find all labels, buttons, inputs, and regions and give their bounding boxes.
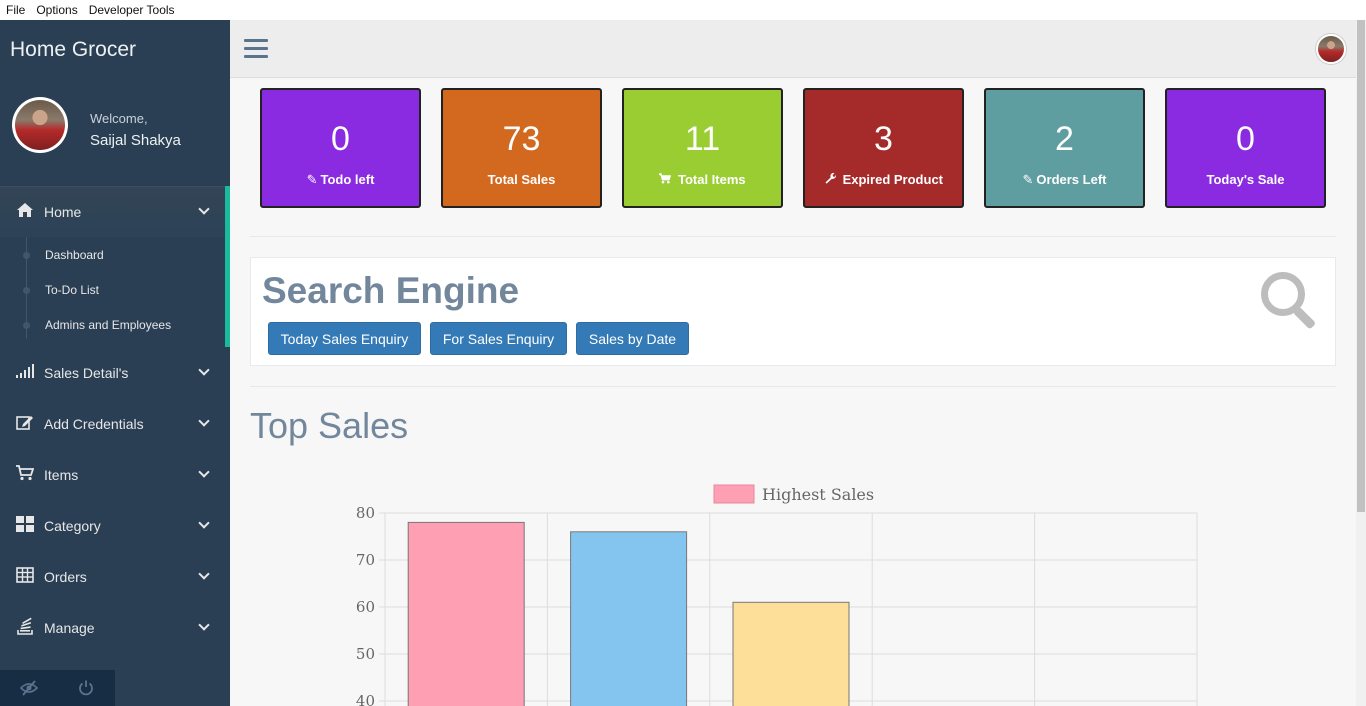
tile-label: Today's Sale <box>1206 172 1285 187</box>
tile-orders-left[interactable]: 2 ✎ Orders Left <box>984 88 1145 208</box>
tile-expired-product[interactable]: 3 Expired Product <box>803 88 964 208</box>
home-submenu: Dashboard To-Do List Admins and Employee… <box>0 237 230 347</box>
sidebar-item-label: Home <box>44 203 82 220</box>
sidebar-subitem-label: Dashboard <box>45 247 104 262</box>
home-icon <box>14 202 36 222</box>
tile-label: Orders Left <box>1036 172 1107 187</box>
signal-icon <box>14 363 36 382</box>
divider <box>250 386 1336 387</box>
top-nav <box>230 20 1356 78</box>
search-icon <box>1261 272 1319 330</box>
chevron-down-icon <box>198 466 210 478</box>
sidebar-item-category[interactable]: Category <box>0 500 230 551</box>
cart-icon <box>657 172 675 187</box>
top-sales-title: Top Sales <box>250 405 409 446</box>
menu-developer-tools[interactable]: Developer Tools <box>83 3 180 17</box>
wrench-icon <box>824 172 840 187</box>
sidebar-item-add-credentials[interactable]: Add Credentials <box>0 398 230 449</box>
for-sales-enquiry-button[interactable]: For Sales Enquiry <box>430 322 567 355</box>
chevron-down-icon <box>198 517 210 529</box>
chevron-down-icon <box>198 364 210 376</box>
tile-value: 2 <box>1055 120 1074 158</box>
sidebar-item-label: Category <box>44 517 101 534</box>
sidebar: Home Grocer Welcome, Saijal Shakya Home … <box>0 20 230 706</box>
user-avatar[interactable] <box>1316 34 1346 64</box>
scrollbar-thumb[interactable] <box>1357 20 1365 512</box>
chart-bars <box>407 521 850 706</box>
sidebar-subitem-label: To-Do List <box>45 282 100 297</box>
sidebar-subitem-dashboard[interactable]: Dashboard <box>0 237 225 272</box>
tile-label: Todo left <box>320 172 375 187</box>
y-tick-label: 40 <box>356 692 375 706</box>
legend-label: Highest Sales <box>762 485 874 504</box>
pencil-icon: ✎ <box>1022 172 1034 187</box>
sidebar-item-orders[interactable]: Orders <box>0 551 230 602</box>
sidebar-item-manage[interactable]: Manage <box>0 602 230 653</box>
chevron-down-icon <box>198 415 210 427</box>
tile-label: Total Items <box>677 172 746 187</box>
sidebar-item-sales-details[interactable]: Sales Detail's <box>0 347 230 398</box>
grid-icon <box>14 515 36 536</box>
sidebar-item-home[interactable]: Home <box>0 186 230 237</box>
username: Saijal Shakya <box>90 132 181 149</box>
tile-value: 73 <box>502 120 541 158</box>
search-engine-panel: Search Engine Today Sales Enquiry For Sa… <box>250 257 1336 366</box>
edit-icon <box>14 414 36 434</box>
y-tick-label: 80 <box>356 504 375 522</box>
welcome-text: Welcome, <box>90 111 148 126</box>
chart-bar <box>570 531 688 706</box>
tile-label: Total Sales <box>487 172 556 187</box>
divider <box>250 236 1336 237</box>
tile-label: Expired Product <box>842 172 944 187</box>
sidebar-item-label: Sales Detail's <box>44 364 129 381</box>
menu-bar: File Options Developer Tools <box>0 0 1366 20</box>
app-brand[interactable]: Home Grocer <box>0 20 230 78</box>
pencil-icon: ✎ <box>306 172 318 187</box>
stack-icon <box>14 617 36 639</box>
y-tick-label: 70 <box>356 551 375 569</box>
today-sales-enquiry-button[interactable]: Today Sales Enquiry <box>268 322 421 355</box>
tile-total-sales[interactable]: 73 Total Sales <box>441 88 602 208</box>
chart-bar <box>407 521 525 706</box>
tile-value: 0 <box>331 120 350 158</box>
sidebar-item-label: Items <box>44 466 79 483</box>
power-icon[interactable] <box>58 670 116 706</box>
sidebar-item-items[interactable]: Items <box>0 449 230 500</box>
tile-total-items[interactable]: 11 Total Items <box>622 88 783 208</box>
chart-bar <box>732 601 850 706</box>
tile-value: 3 <box>874 120 893 158</box>
chevron-down-icon <box>198 568 210 580</box>
menu-options[interactable]: Options <box>30 3 82 17</box>
scrollbar[interactable] <box>1356 20 1366 706</box>
menu-file[interactable]: File <box>0 3 30 17</box>
tile-value: 0 <box>1236 120 1255 158</box>
y-tick-label: 60 <box>356 598 375 616</box>
tile-value: 11 <box>684 120 721 158</box>
sidebar-subitem-todo-list[interactable]: To-Do List <box>0 272 225 307</box>
eye-slash-icon[interactable] <box>0 670 58 706</box>
sidebar-subitem-admins[interactable]: Admins and Employees <box>0 307 225 342</box>
avatar <box>12 97 68 153</box>
chevron-down-icon <box>198 203 210 215</box>
tile-todo-left[interactable]: 0 ✎ Todo left <box>260 88 421 208</box>
table-icon <box>14 566 36 587</box>
chart-y-ticks: 80 70 60 50 40 <box>356 504 375 706</box>
sidebar-item-label: Add Credentials <box>44 415 144 432</box>
legend-swatch <box>713 484 755 504</box>
search-engine-title: Search Engine <box>262 270 520 311</box>
profile-panel: Welcome, Saijal Shakya <box>0 78 230 186</box>
sidebar-item-label: Manage <box>44 619 95 636</box>
sidebar-item-label: Orders <box>44 568 87 585</box>
sidebar-subitem-label: Admins and Employees <box>45 317 172 332</box>
y-tick-label: 50 <box>356 645 375 663</box>
top-sales-chart: Highest Sales 80 70 60 50 40 <box>356 484 1198 706</box>
sidebar-footer <box>0 670 115 706</box>
cart-icon <box>14 464 36 485</box>
chevron-down-icon <box>198 619 210 631</box>
hamburger-menu-icon[interactable] <box>244 39 268 59</box>
sales-by-date-button[interactable]: Sales by Date <box>576 322 689 355</box>
tile-todays-sale[interactable]: 0 Today's Sale <box>1165 88 1326 208</box>
